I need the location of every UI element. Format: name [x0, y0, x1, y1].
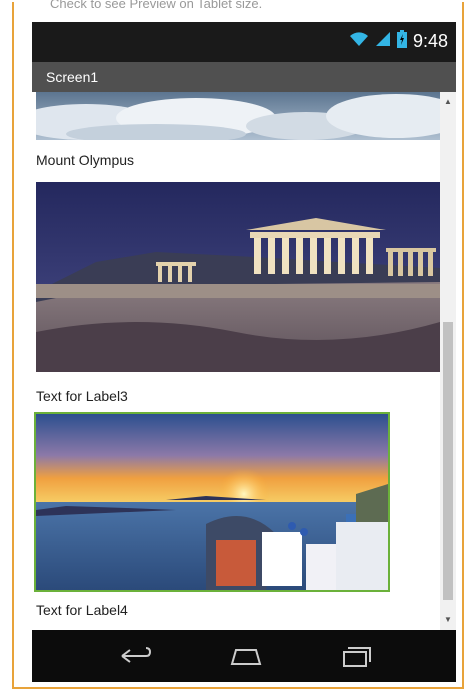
- screen-content[interactable]: Mount Olympus Text for Label3 Text for L…: [32, 92, 456, 630]
- navigation-bar: [32, 630, 456, 682]
- status-bar: 9:48: [32, 22, 456, 62]
- back-icon[interactable]: [116, 642, 156, 670]
- santorini-sunset-image: [34, 412, 390, 592]
- label-mount-olympus: Mount Olympus: [36, 152, 135, 168]
- clouds-image: [36, 92, 440, 140]
- home-icon[interactable]: [226, 642, 266, 670]
- phone-device: 9:48 Screen1 Mount Olympus Text for Labe…: [32, 22, 456, 682]
- preview-caption: Check to see Preview on Tablet size.: [50, 0, 263, 11]
- signal-icon: [375, 31, 391, 52]
- recent-apps-icon[interactable]: [336, 642, 376, 670]
- label-4: Text for Label4: [36, 602, 128, 618]
- battery-icon: [396, 30, 407, 53]
- app-title-bar: Screen1: [32, 62, 456, 92]
- vertical-scrollbar[interactable]: ▲ ▼: [440, 92, 456, 630]
- scroll-up-arrow-icon[interactable]: ▲: [440, 94, 456, 110]
- status-clock: 9:48: [412, 31, 448, 51]
- wifi-icon: [349, 31, 369, 52]
- scroll-down-arrow-icon[interactable]: ▼: [440, 612, 456, 628]
- acropolis-image: [36, 182, 440, 372]
- label-3: Text for Label3: [36, 388, 128, 404]
- scroll-thumb[interactable]: [443, 322, 453, 600]
- screen-title: Screen1: [46, 69, 99, 85]
